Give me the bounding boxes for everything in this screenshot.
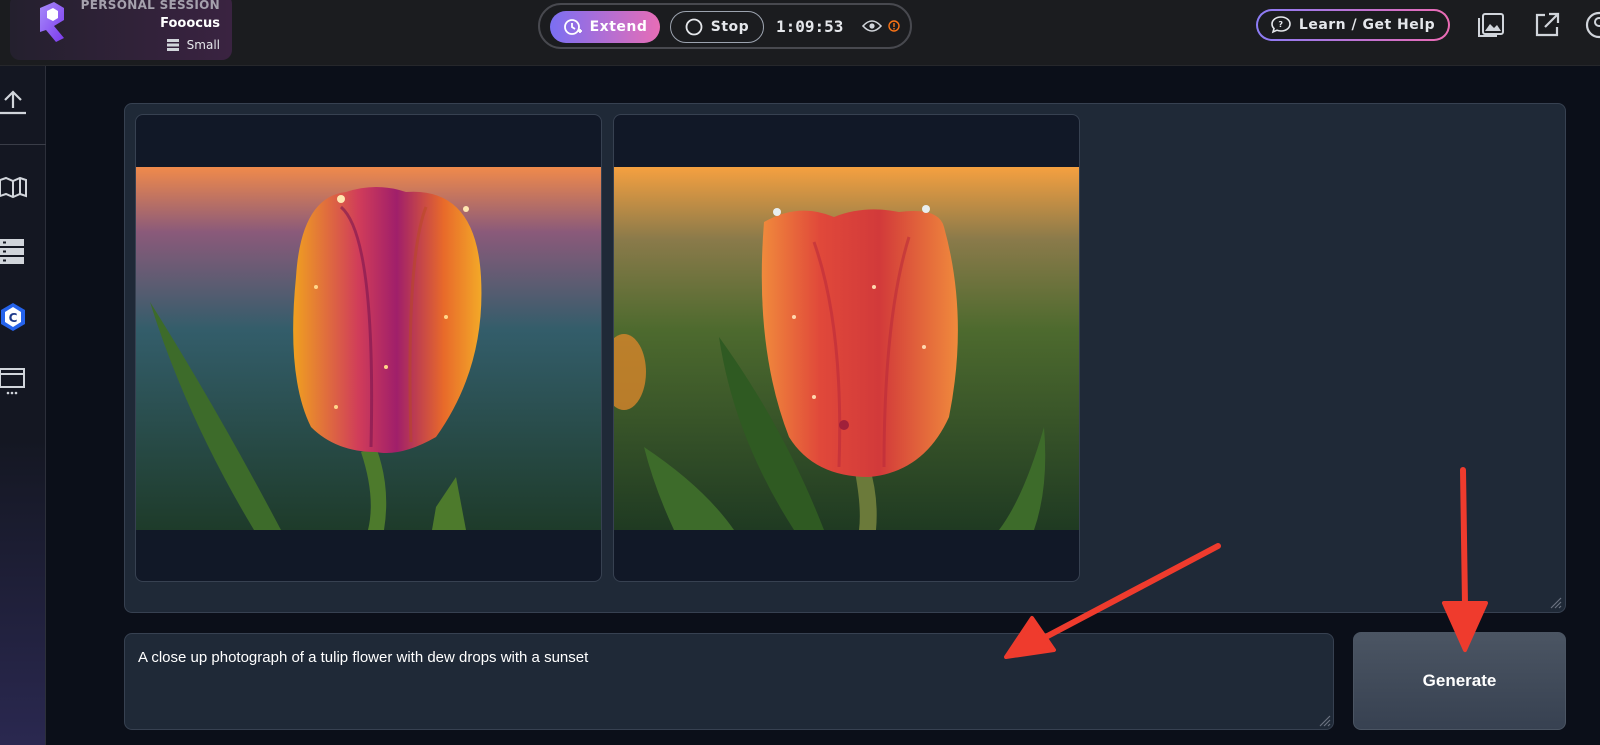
tulip-image-1[interactable]	[136, 167, 602, 530]
gallery-thumbnail-2[interactable]	[613, 114, 1080, 582]
eye-icon[interactable]	[862, 18, 882, 34]
session-size-label: Small	[186, 38, 220, 52]
learn-help-label: Learn / Get Help	[1298, 17, 1436, 33]
session-label: PERSONAL SESSION	[80, 0, 220, 12]
extend-label: Extend	[589, 19, 648, 35]
generate-label: Generate	[1422, 671, 1497, 690]
clock-plus-icon	[563, 19, 582, 35]
gallery-images-icon[interactable]	[1476, 10, 1506, 40]
c-badge-icon[interactable]: C	[0, 302, 30, 332]
stop-circle-icon	[685, 18, 703, 36]
svg-text:C: C	[9, 311, 18, 325]
tulip-image-2[interactable]	[614, 167, 1080, 530]
image-gallery	[124, 103, 1566, 613]
learn-help-button[interactable]: ? Learn / Get Help	[1256, 9, 1450, 41]
session-name: Fooocus	[160, 16, 220, 31]
session-controls: Extend Stop 1:09:53	[538, 3, 912, 49]
extend-button[interactable]: Extend	[550, 11, 660, 43]
sidebar-divider	[0, 144, 46, 145]
svg-text:?: ?	[1278, 20, 1283, 29]
server-icon[interactable]	[0, 236, 30, 266]
session-size: Small	[166, 38, 220, 52]
gallery-thumbnail-1[interactable]	[135, 114, 602, 582]
book-icon[interactable]	[0, 172, 30, 202]
session-card[interactable]: PERSONAL SESSION Fooocus Small	[10, 0, 232, 60]
app-logo-icon	[40, 2, 64, 42]
top-bar: PERSONAL SESSION Fooocus Small Extend St…	[0, 0, 1600, 66]
account-icon[interactable]	[1584, 10, 1600, 40]
prompt-resize-handle-icon[interactable]	[1317, 713, 1331, 727]
resize-handle-icon[interactable]	[1548, 595, 1562, 609]
warning-info-icon[interactable]	[888, 20, 900, 32]
monitor-icon[interactable]	[0, 366, 30, 396]
chat-bubble-icon: ?	[1271, 16, 1291, 34]
sidebar: C	[0, 66, 46, 745]
external-link-icon[interactable]	[1532, 10, 1562, 40]
prompt-input[interactable]: A close up photograph of a tulip flower …	[124, 633, 1334, 730]
stop-button[interactable]: Stop	[670, 11, 764, 43]
session-timer: 1:09:53	[776, 17, 844, 36]
generate-button[interactable]: Generate	[1353, 632, 1566, 730]
stop-label: Stop	[710, 19, 750, 35]
upload-icon[interactable]	[0, 88, 30, 118]
server-small-icon	[166, 39, 179, 51]
prompt-text: A close up photograph of a tulip flower …	[138, 649, 589, 666]
